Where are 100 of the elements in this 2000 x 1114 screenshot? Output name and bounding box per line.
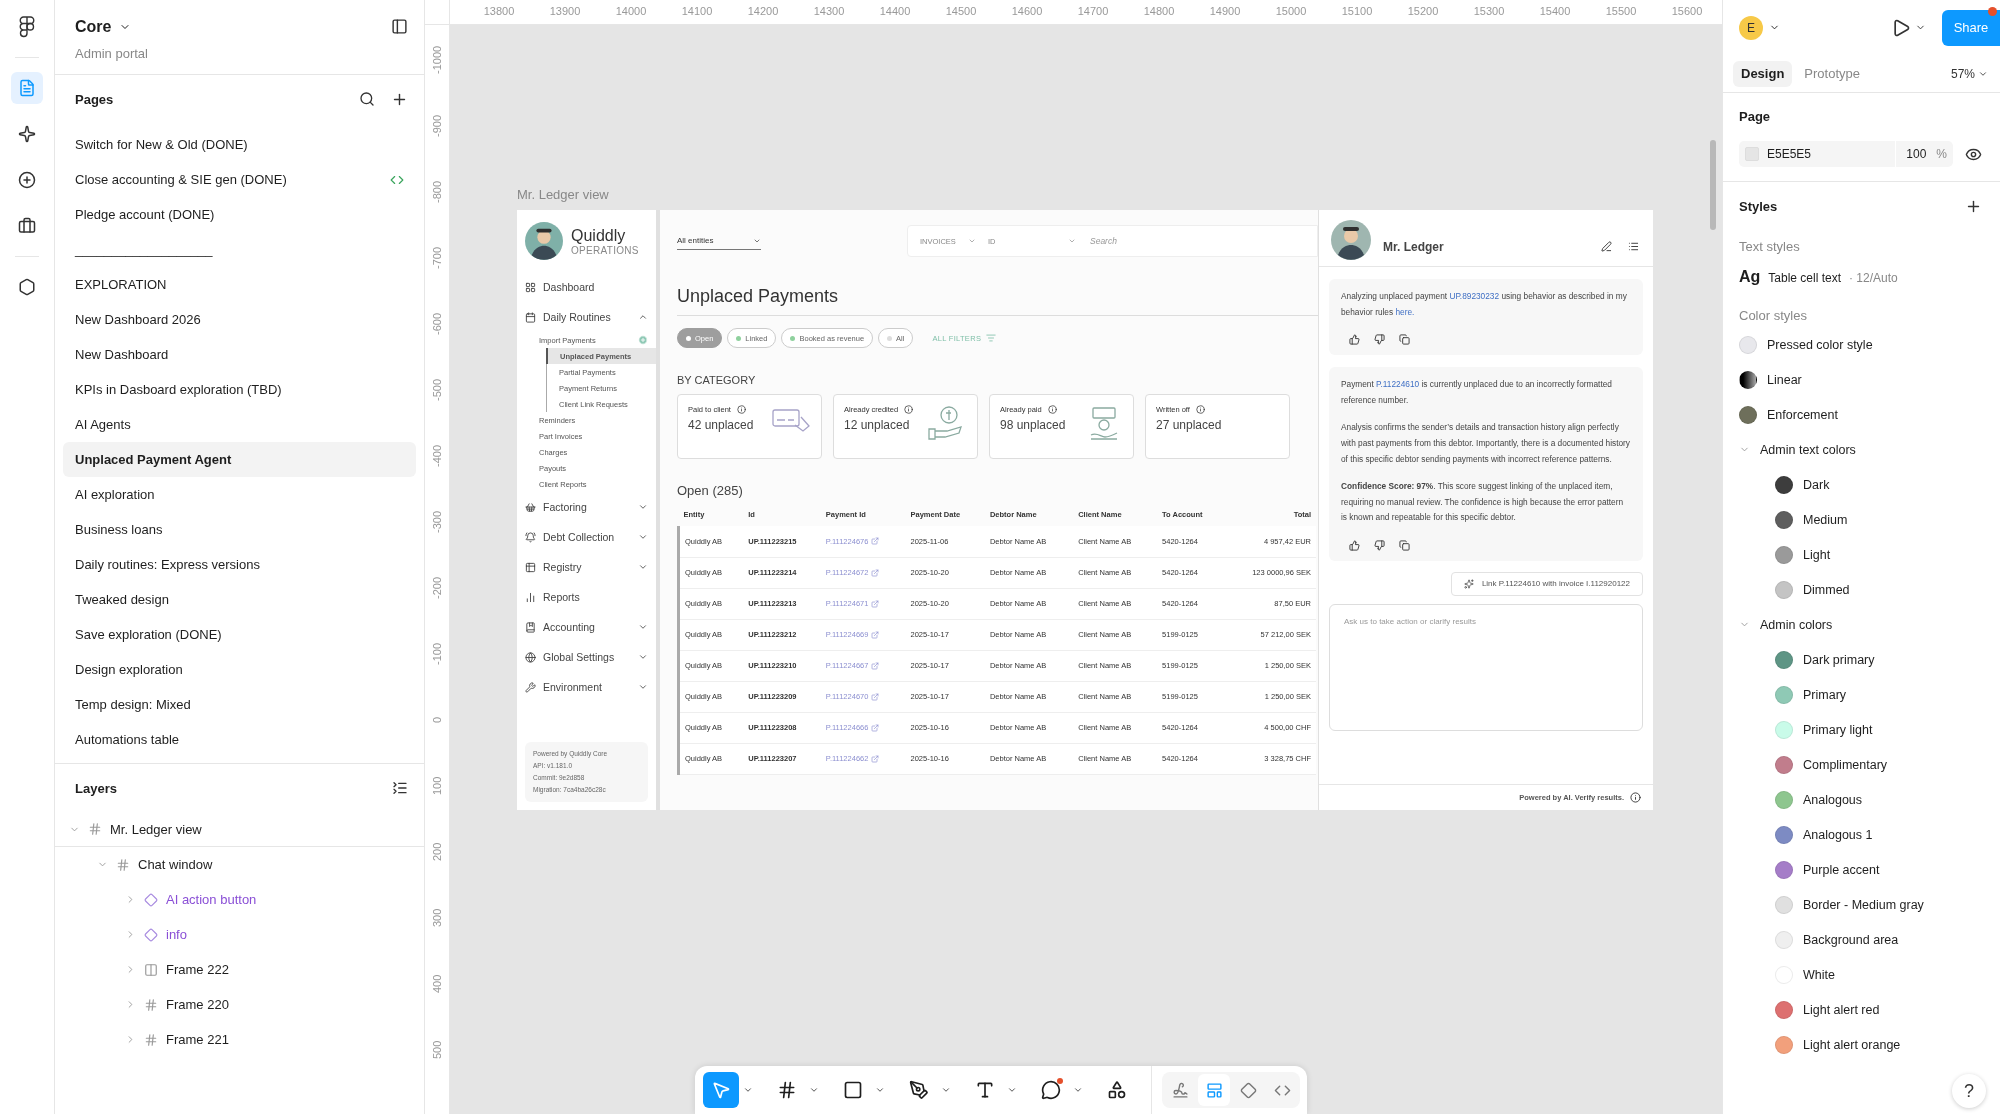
- message-link[interactable]: UP.89230232: [1449, 291, 1500, 301]
- shapes-icon: [1107, 1080, 1127, 1100]
- plus-circle-icon: [18, 171, 36, 189]
- page-item[interactable]: Temp design: Mixed: [63, 687, 416, 722]
- color-style[interactable]: Light alert red: [1739, 992, 1984, 1027]
- style-group[interactable]: Admin colors: [1739, 607, 1984, 642]
- page-item[interactable]: Close accounting & SIE gen (DONE): [63, 162, 416, 197]
- color-style[interactable]: Dark: [1739, 467, 1984, 502]
- dashboard-icon: [525, 281, 536, 293]
- color-style[interactable]: Primary: [1739, 677, 1984, 712]
- help-button[interactable]: ?: [1952, 1074, 1986, 1108]
- page-item[interactable]: Pledge account (DONE): [63, 197, 416, 232]
- caret-button[interactable]: [743, 1085, 753, 1095]
- like-button[interactable]: [1347, 537, 1362, 553]
- hexagon-icon: [18, 278, 36, 296]
- scrollbar-thumb[interactable]: [1710, 140, 1716, 230]
- search-field[interactable]: Search: [1088, 235, 1238, 247]
- color-style[interactable]: Border - Medium gray: [1739, 887, 1984, 922]
- nav-item[interactable]: Global Settings: [517, 642, 656, 672]
- page-item[interactable]: Save exploration (DONE): [63, 617, 416, 652]
- rectangle-icon: [843, 1080, 863, 1100]
- nav-item[interactable]: Factoring: [517, 492, 656, 522]
- caret-button[interactable]: [941, 1085, 951, 1095]
- page-color-field[interactable]: E5E5E5 100 %: [1739, 141, 1953, 167]
- entity-select[interactable]: All entities: [677, 232, 761, 250]
- page-item[interactable]: Tweaked design: [63, 582, 416, 617]
- ruler-label: 13900: [548, 4, 582, 19]
- page-item[interactable]: Switch for New & Old (DONE): [63, 127, 416, 162]
- color-style[interactable]: Pressed color style: [1739, 327, 1984, 362]
- nav-item[interactable]: Daily Routines: [517, 302, 656, 332]
- card-value: 12 unplaced: [844, 418, 911, 432]
- message-link[interactable]: P.11224610: [1376, 379, 1420, 390]
- color-style[interactable]: Primary light: [1739, 712, 1984, 747]
- mode-button[interactable]: [1198, 1074, 1230, 1106]
- ruler-label: -800: [430, 180, 444, 205]
- like-button[interactable]: [1347, 332, 1362, 348]
- page-item[interactable]: New Dashboard: [63, 337, 416, 372]
- zoom-dropdown[interactable]: 57%: [1950, 66, 1988, 81]
- caret-icon: [743, 1085, 753, 1095]
- color-style[interactable]: White: [1739, 957, 1984, 992]
- nav-item[interactable]: Debt Collection: [517, 522, 656, 552]
- caret-button[interactable]: [809, 1085, 819, 1095]
- chevron-down-icon: [1068, 237, 1076, 245]
- user-avatar[interactable]: E: [1739, 15, 1763, 40]
- copy-button[interactable]: [1397, 537, 1412, 553]
- chat-input[interactable]: Ask us to take action or clarify results: [1329, 603, 1643, 731]
- ai-action-button[interactable]: Link P.11224610 with invoice I.112920122: [1450, 571, 1643, 596]
- panel-tab[interactable]: Prototype: [1796, 60, 1868, 87]
- color-style[interactable]: Background area: [1739, 922, 1984, 957]
- page-item[interactable]: Automations table: [63, 722, 416, 757]
- caret-button[interactable]: [1073, 1085, 1083, 1095]
- table-title: Open (285): [677, 483, 743, 498]
- page-item[interactable]: Unplaced Payment Agent: [63, 442, 416, 477]
- color-style[interactable]: Light: [1739, 537, 1984, 572]
- text-style[interactable]: Ag Table cell text · 12/Auto: [1739, 268, 1898, 286]
- page-item[interactable]: EXPLORATION: [63, 267, 416, 302]
- page-item[interactable]: Daily routines: Express versions: [63, 547, 416, 582]
- page-item[interactable]: AI exploration: [63, 477, 416, 512]
- color-style[interactable]: Dimmed: [1739, 572, 1984, 607]
- caret-icon: [941, 1085, 951, 1095]
- nav-item[interactable]: Dashboard: [517, 272, 656, 302]
- color-style[interactable]: Medium: [1739, 502, 1984, 537]
- page-item[interactable]: New Dashboard 2026: [63, 302, 416, 337]
- ruler-label: 14100: [680, 4, 714, 19]
- nav-item[interactable]: Environment: [517, 672, 656, 702]
- nav-item[interactable]: Accounting: [517, 612, 656, 642]
- color-style[interactable]: Complimentary: [1739, 747, 1984, 782]
- page-item[interactable]: Business loans: [63, 512, 416, 547]
- page-item[interactable]: ___________________: [63, 232, 416, 267]
- page-item[interactable]: AI Agents: [63, 407, 416, 442]
- color-style[interactable]: Light alert orange: [1739, 1027, 1984, 1062]
- page-item[interactable]: Design exploration: [63, 652, 416, 687]
- color-style[interactable]: Analogous 1: [1739, 817, 1984, 852]
- file-name[interactable]: Core: [75, 17, 132, 36]
- caret-button[interactable]: [1007, 1085, 1017, 1095]
- ruler-label: 400: [430, 973, 444, 996]
- sidebar-toggle-button[interactable]: [389, 16, 410, 37]
- section-title: Styles: [1739, 199, 1778, 214]
- nav-item[interactable]: Reports: [517, 582, 656, 612]
- dislike-button[interactable]: [1372, 537, 1387, 553]
- caret-button[interactable]: [875, 1085, 885, 1095]
- nav-item[interactable]: Registry: [517, 552, 656, 582]
- style-group[interactable]: Admin text colors: [1739, 432, 1984, 467]
- page-item[interactable]: KPIs in Dasboard exploration (TBD): [63, 372, 416, 407]
- dislike-button[interactable]: [1372, 332, 1387, 348]
- assistant-name: Mr. Ledger: [1383, 240, 1445, 254]
- panel-tab[interactable]: Design: [1733, 60, 1793, 87]
- edit-button[interactable]: [1599, 239, 1614, 254]
- color-style[interactable]: Purple accent: [1739, 852, 1984, 887]
- copy-button[interactable]: [1397, 332, 1412, 348]
- color-style[interactable]: Linear: [1739, 362, 1984, 397]
- message-link[interactable]: here.: [1395, 306, 1415, 317]
- ruler-label: 500: [430, 1039, 444, 1062]
- color-style[interactable]: Analogous: [1739, 782, 1984, 817]
- caret-icon: [1073, 1085, 1083, 1095]
- color-style[interactable]: Dark primary: [1739, 642, 1984, 677]
- frame-icon: [116, 857, 130, 872]
- color-style[interactable]: Enforcement: [1739, 397, 1984, 432]
- file-button[interactable]: [11, 72, 43, 104]
- search-icon: [359, 91, 375, 107]
